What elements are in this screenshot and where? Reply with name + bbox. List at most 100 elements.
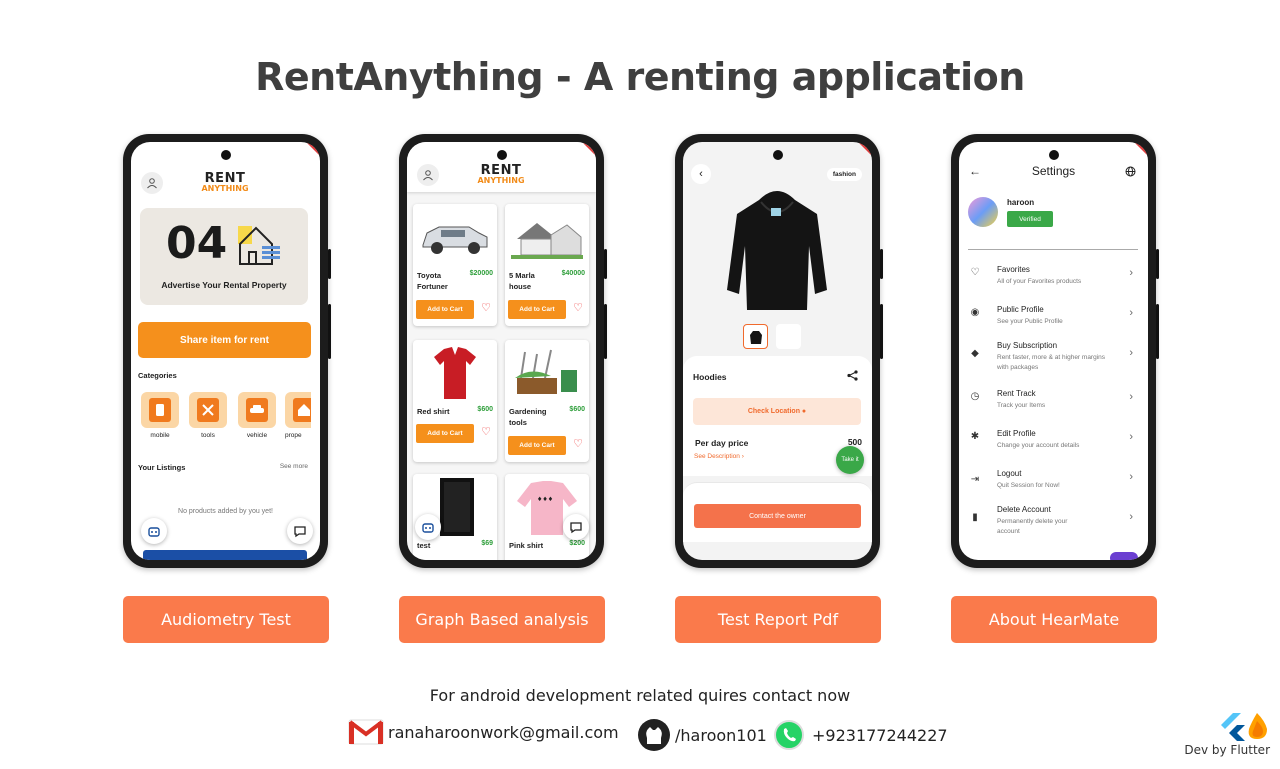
menu-title: Edit Profile <box>997 429 1036 438</box>
product-price: $40000 <box>561 270 585 277</box>
contact-owner-button[interactable]: Contact the owner <box>694 504 861 528</box>
add-to-cart-button[interactable]: Add to Cart <box>508 300 566 319</box>
favorite-heart-icon[interactable]: ♡ <box>573 439 583 450</box>
advert-text: Advertise Your Rental Property <box>161 280 287 290</box>
back-button[interactable]: ‹ <box>691 164 711 184</box>
test-report-pdf-button[interactable]: Test Report Pdf <box>675 596 881 643</box>
thumbnail-selected[interactable] <box>743 324 768 349</box>
category-label: tools <box>201 432 215 439</box>
product-name: Red shirt <box>417 407 450 416</box>
share-item-button[interactable]: Share item for rent <box>138 322 311 358</box>
check-location-button[interactable]: Check Location ● <box>693 398 861 425</box>
menu-title: Buy Subscription <box>997 341 1058 350</box>
add-to-cart-button[interactable]: Add to Cart <box>416 424 474 443</box>
logout-icon: ⇥ <box>970 474 980 485</box>
assistant-button[interactable] <box>415 514 441 540</box>
category-tile <box>238 392 276 428</box>
camera-dot <box>220 150 231 160</box>
category-property[interactable]: prope <box>285 392 311 439</box>
svg-text:♦♦♦: ♦♦♦ <box>537 496 553 503</box>
add-to-cart-button[interactable]: Add to Cart <box>416 300 474 319</box>
dev-by-label: Dev by Flutter <box>1184 743 1270 757</box>
advertise-card[interactable]: 04 Advertise Your Rental Property <box>140 208 308 305</box>
audiometry-test-button[interactable]: Audiometry Test <box>123 596 329 643</box>
products-screen: RENT ANYTHING Toyota Fortuner $20000 Add… <box>407 142 596 560</box>
phone-products-screen: RENT ANYTHING Toyota Fortuner $20000 Add… <box>399 134 607 568</box>
take-it-button[interactable]: Take it <box>836 446 864 474</box>
add-to-cart-button[interactable]: Add to Cart <box>508 436 566 455</box>
globe-icon[interactable] <box>1125 166 1136 177</box>
see-more-link[interactable]: See more <box>280 463 308 470</box>
phone-settings-screen: ← Settings haroon Verified ♡ Favorites A… <box>951 134 1159 568</box>
profile-button[interactable] <box>417 164 439 186</box>
divider <box>968 249 1138 250</box>
whatsapp-contact[interactable]: +923177244227 <box>772 718 948 752</box>
flutter-firebase-icon <box>1221 713 1267 741</box>
product-card[interactable]: Gardening tools $600 Add to Cart ♡ <box>505 340 589 462</box>
page-title: RentAnything - A renting application <box>255 55 1025 99</box>
category-tag: fashion <box>826 168 862 181</box>
avatar[interactable] <box>968 197 998 227</box>
favorite-heart-icon[interactable]: ♡ <box>573 303 583 314</box>
your-listings-label: Your Listings <box>138 463 186 472</box>
menu-title: Public Profile <box>997 305 1044 314</box>
chevron-right-icon: › <box>1129 307 1133 319</box>
promo-banner[interactable] <box>143 550 307 560</box>
product-name: Hoodies <box>693 372 727 382</box>
chevron-right-icon: › <box>741 453 744 460</box>
chat-button[interactable] <box>563 514 589 540</box>
github-contact[interactable]: /haroon101 <box>637 718 767 752</box>
product-name: 5 Marla house <box>509 271 535 292</box>
menu-title: Favorites <box>997 265 1030 274</box>
categories-label: Categories <box>138 371 177 380</box>
toggle-switch[interactable] <box>1110 552 1138 560</box>
chat-button[interactable] <box>287 518 313 544</box>
graph-based-analysis-button[interactable]: Graph Based analysis <box>399 596 605 643</box>
trash-icon: ▮ <box>972 512 978 523</box>
menu-subtitle: All of your Favorites products <box>997 278 1082 285</box>
chat-icon <box>294 526 306 538</box>
product-card[interactable]: Red shirt $600 Add to Cart ♡ <box>413 340 497 462</box>
product-detail-card: Hoodies Check Location ● Per day price 5… <box>683 356 872 476</box>
about-hearmate-button[interactable]: About HearMate <box>951 596 1157 643</box>
category-tools[interactable]: tools <box>188 392 228 439</box>
history-icon: ◷ <box>970 391 980 402</box>
product-detail-screen: ‹ fashion Hoodies Check Location ● Per d… <box>683 142 872 560</box>
category-tile <box>285 392 311 428</box>
menu-title: Rent Track <box>997 389 1036 398</box>
debug-ribbon <box>1134 142 1148 156</box>
product-name: Pink shirt <box>509 541 544 550</box>
product-card[interactable]: Toyota Fortuner $20000 Add to Cart ♡ <box>413 204 497 326</box>
share-icon[interactable] <box>847 370 858 381</box>
car-icon <box>246 398 268 422</box>
category-mobile[interactable]: mobile <box>140 392 180 439</box>
product-price: $600 <box>477 406 493 413</box>
contact-line: For android development related quires c… <box>429 686 851 705</box>
thumbnail[interactable] <box>776 324 801 349</box>
assistant-button[interactable] <box>141 518 167 544</box>
menu-subtitle: Track your Items <box>997 402 1046 409</box>
check-location-label: Check Location <box>747 408 800 415</box>
user-icon <box>423 170 433 181</box>
favorite-heart-icon[interactable]: ♡ <box>481 303 491 314</box>
product-price: $600 <box>569 406 585 413</box>
chevron-right-icon: › <box>1129 347 1133 359</box>
email-text: ranaharoonwork@gmail.com <box>388 722 619 742</box>
profile-button[interactable] <box>141 172 163 194</box>
user-name: haroon <box>1007 198 1035 207</box>
debug-ribbon <box>858 142 872 156</box>
debug-ribbon <box>306 142 320 156</box>
mobile-icon <box>149 398 171 422</box>
menu-subtitle: Rent faster, more & at higher margins wi… <box>997 354 1106 371</box>
empty-listings-message: No products added by you yet! <box>178 508 273 515</box>
menu-title: Delete Account <box>997 505 1051 514</box>
category-vehicle[interactable]: vehicle <box>237 392 277 439</box>
see-description-link[interactable]: See Description › <box>694 453 744 460</box>
email-contact[interactable]: ranaharoonwork@gmail.com <box>348 718 619 746</box>
car-image <box>417 208 493 266</box>
favorite-heart-icon[interactable]: ♡ <box>481 427 491 438</box>
category-label: prope <box>285 432 302 439</box>
chevron-right-icon: › <box>1129 267 1133 279</box>
product-card[interactable]: 5 Marla house $40000 Add to Cart ♡ <box>505 204 589 326</box>
product-name: Toyota Fortuner <box>417 271 448 292</box>
